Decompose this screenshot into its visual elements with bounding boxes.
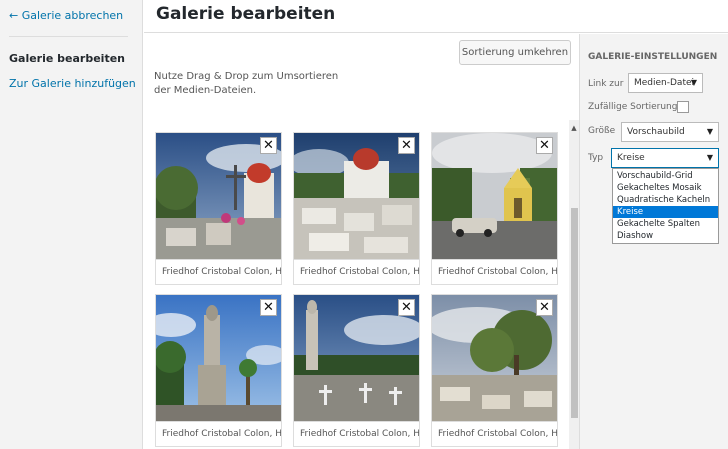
- gallery-tile[interactable]: ✕ Friedhof Cristobal Colon, Havanna: [431, 294, 558, 447]
- remove-image-button[interactable]: ✕: [398, 137, 415, 154]
- type-select[interactable]: Kreise ▼: [611, 148, 719, 168]
- media-frame-menu: ← Galerie abbrechen Galerie bearbeiten Z…: [0, 0, 143, 449]
- title-bar: Galerie bearbeiten: [144, 0, 728, 33]
- type-option-slideshow[interactable]: Diashow: [613, 230, 718, 242]
- type-option-thumbnail-grid[interactable]: Vorschaubild-Grid: [613, 170, 718, 182]
- type-value: Kreise: [617, 153, 645, 163]
- link-to-value: Medien-Datei: [634, 78, 695, 88]
- random-order-checkbox[interactable]: [677, 101, 689, 113]
- image-caption[interactable]: Friedhof Cristobal Colon, Havanna: [294, 259, 419, 284]
- link-to-label: Link zur: [588, 79, 624, 89]
- gallery-settings-sidebar: GALERIE-EINSTELLUNGEN Link zur Medien-Da…: [579, 34, 728, 449]
- chevron-down-icon: ▼: [706, 153, 713, 162]
- remove-image-button[interactable]: ✕: [536, 137, 553, 154]
- menu-item-edit-gallery[interactable]: Galerie bearbeiten: [9, 52, 125, 65]
- settings-heading: GALERIE-EINSTELLUNGEN: [588, 52, 718, 62]
- gallery-tile[interactable]: ✕ Friedhof Cristobal Colon, Havanna: [293, 132, 420, 285]
- photo-cemetery-chapel-cross[interactable]: ✕: [156, 133, 281, 259]
- content-scrollbar[interactable]: ▲: [569, 120, 579, 449]
- chevron-down-icon: ▼: [706, 127, 713, 136]
- photo-cemetery-chapel-tombs[interactable]: ✕: [294, 133, 419, 259]
- type-dropdown-list: Vorschaubild-Grid Gekacheltes Mosaik Qua…: [612, 168, 719, 244]
- remove-image-button[interactable]: ✕: [260, 137, 277, 154]
- gallery-tile[interactable]: ✕ Friedhof Cristobal Colon, Havanna: [293, 294, 420, 447]
- link-to-select[interactable]: Medien-Datei ▼: [628, 73, 703, 93]
- type-label: Typ: [588, 153, 604, 163]
- image-caption[interactable]: Friedhof Cristobal Colon, Havanna: [156, 259, 281, 284]
- type-option-circles[interactable]: Kreise: [613, 206, 718, 218]
- type-option-tiled-mosaic[interactable]: Gekacheltes Mosaik: [613, 182, 718, 194]
- remove-image-button[interactable]: ✕: [536, 299, 553, 316]
- photo-cemetery-statue-crosses[interactable]: ✕: [294, 295, 419, 421]
- photo-cemetery-trees-tombs[interactable]: ✕: [432, 295, 557, 421]
- size-select[interactable]: Vorschaubild ▼: [621, 122, 719, 142]
- reverse-order-button[interactable]: Sortierung umkehren: [459, 40, 571, 65]
- image-caption[interactable]: Friedhof Cristobal Colon, Havanna: [432, 421, 557, 446]
- chevron-down-icon: ▼: [690, 78, 697, 87]
- type-option-tiled-columns[interactable]: Gekachelte Spalten: [613, 218, 718, 230]
- instructions-text: Nutze Drag & Drop zum Umsortieren der Me…: [154, 71, 339, 96]
- type-option-square-tiles[interactable]: Quadratische Kacheln: [613, 194, 718, 206]
- random-order-label: Zufällige Sortierung: [588, 102, 678, 112]
- image-caption[interactable]: Friedhof Cristobal Colon, Havanna: [432, 259, 557, 284]
- gallery-content: Sortierung umkehren Nutze Drag & Drop zu…: [144, 34, 571, 449]
- image-caption[interactable]: Friedhof Cristobal Colon, Havanna: [294, 421, 419, 446]
- remove-image-button[interactable]: ✕: [398, 299, 415, 316]
- gallery-tile[interactable]: ✕ Friedhof Cristobal Colon, Havanna: [431, 132, 558, 285]
- size-value: Vorschaubild: [627, 127, 685, 137]
- photo-cemetery-yellow-church-car[interactable]: ✕: [432, 133, 557, 259]
- gallery-tile[interactable]: ✕ Friedhof Cristobal Colon, Havanna: [155, 132, 282, 285]
- scroll-thumb[interactable]: [571, 208, 578, 418]
- image-caption[interactable]: Friedhof Cristobal Colon, Havanna: [156, 421, 281, 446]
- menu-item-add-to-gallery[interactable]: Zur Galerie hinzufügen: [9, 77, 136, 90]
- size-label: Größe: [588, 126, 616, 136]
- remove-image-button[interactable]: ✕: [260, 299, 277, 316]
- page-title: Galerie bearbeiten: [156, 4, 336, 24]
- cancel-gallery-link[interactable]: ← Galerie abbrechen: [9, 9, 123, 22]
- photo-cemetery-monument-statue[interactable]: ✕: [156, 295, 281, 421]
- menu-separator: [9, 36, 128, 37]
- gallery-tile[interactable]: ✕ Friedhof Cristobal Colon, Havanna: [155, 294, 282, 447]
- scroll-up-arrow-icon[interactable]: ▲: [569, 124, 579, 132]
